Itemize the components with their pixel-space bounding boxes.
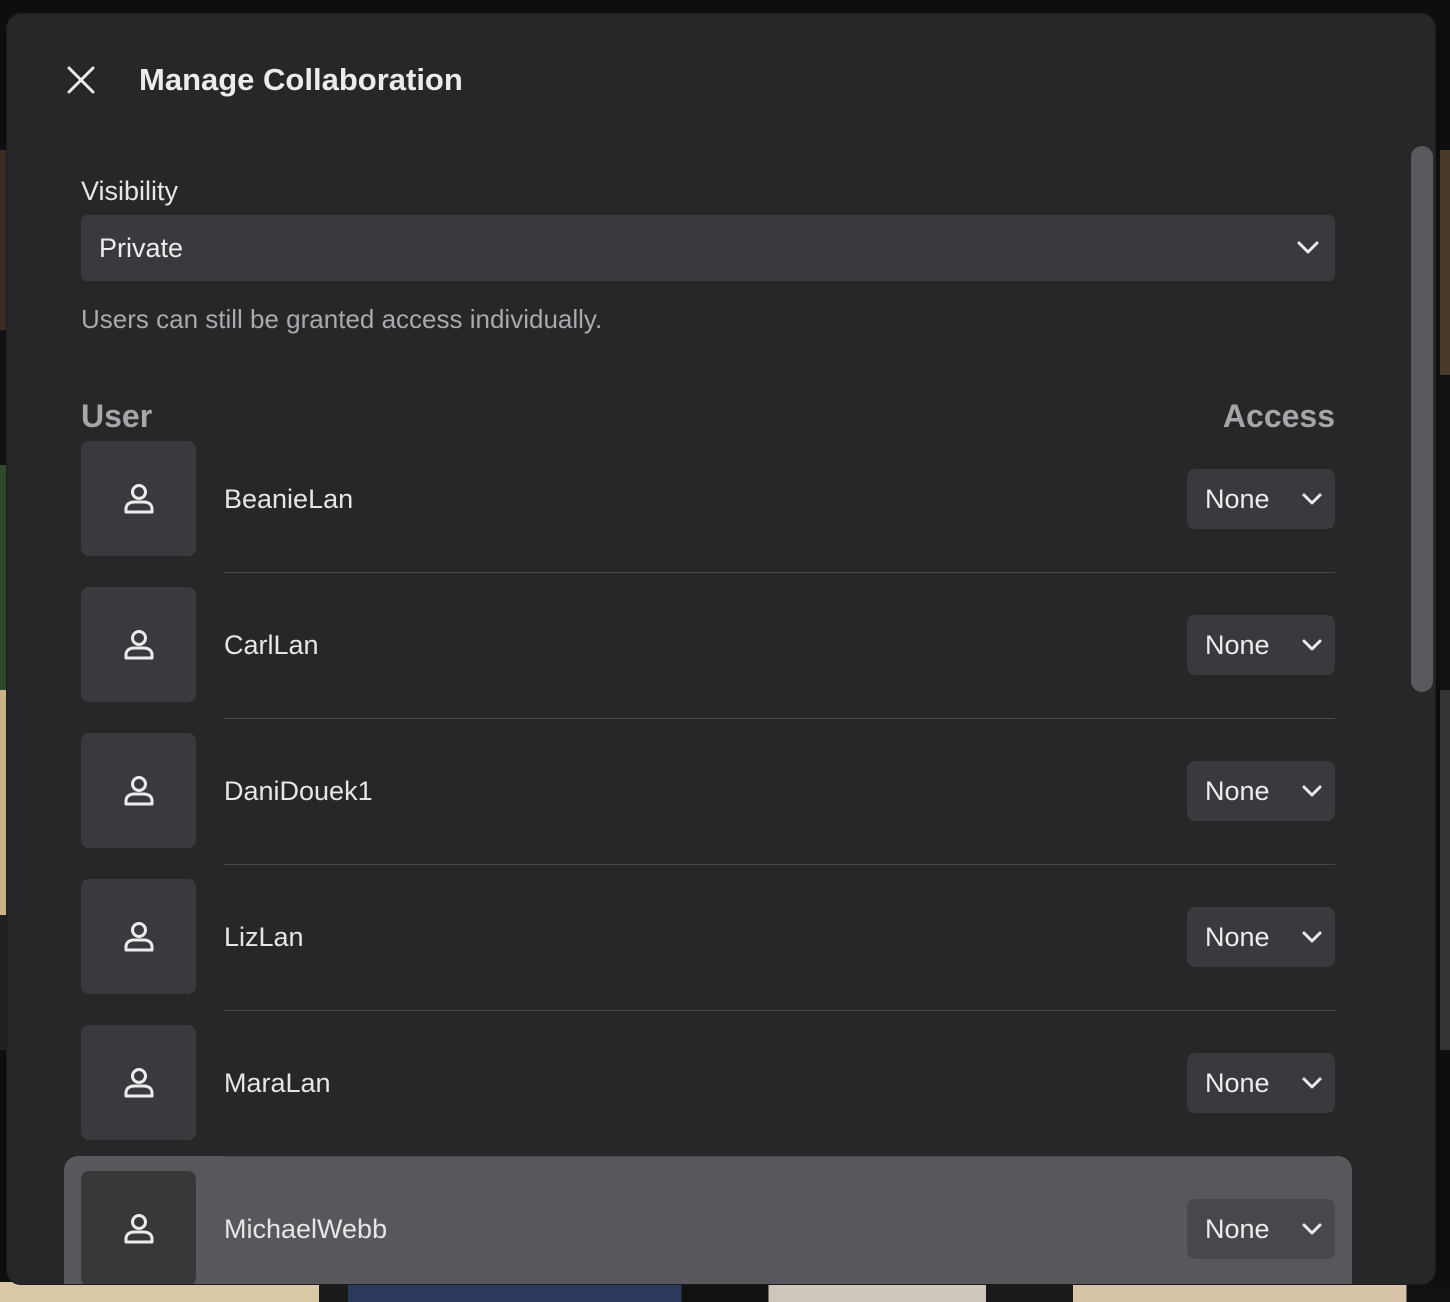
user-name: CarlLan [224,630,319,660]
user-name: MaraLan [224,1068,331,1098]
access-select[interactable]: None [1187,761,1335,821]
dialog-header: Manage Collaboration [7,14,1435,144]
background-gallery [0,1282,1450,1302]
access-select[interactable]: None [1187,1199,1335,1259]
user-row: DaniDouek1 None [81,733,1335,879]
avatar [81,1171,196,1284]
scrollbar-thumb[interactable] [1411,146,1433,692]
access-column-header: Access [1222,398,1335,434]
user-row: CarlLan None [81,587,1335,733]
user-name: MichaelWebb [224,1214,388,1244]
avatar [81,441,196,556]
access-select[interactable]: None [1187,1053,1335,1113]
chevron-down-icon [1302,639,1322,651]
access-value: None [1205,1213,1270,1244]
chevron-down-icon [1302,931,1322,943]
user-row: BeanieLan None [81,441,1335,587]
visibility-select[interactable]: Private [81,215,1335,281]
row-divider [224,718,1335,719]
chevron-down-icon [1302,1077,1322,1089]
user-row: LizLan None [81,879,1335,1025]
user-name: LizLan [224,922,304,952]
avatar [81,587,196,702]
manage-collaboration-dialog: Manage Collaboration Visibility Private … [7,14,1435,1284]
background-right-edge [1440,150,1450,1050]
close-icon [67,66,95,94]
avatar [81,733,196,848]
row-divider [224,1010,1335,1011]
user-row: MaraLan None [81,1025,1335,1171]
access-select[interactable]: None [1187,907,1335,967]
user-icon [124,1067,153,1097]
access-value: None [1205,921,1270,952]
row-divider [224,572,1335,573]
user-icon [124,1213,153,1243]
user-icon [124,629,153,659]
access-value: None [1205,483,1270,514]
user-list: BeanieLan None CarlLan None DaniDouek1 N… [64,441,1352,1284]
dialog-title: Manage Collaboration [139,62,463,97]
user-name: DaniDouek1 [224,776,373,806]
chevron-down-icon [1302,493,1322,505]
user-row-hovered[interactable]: MichaelWebb None [64,1156,1352,1284]
access-select[interactable]: None [1187,615,1335,675]
avatar [81,1025,196,1140]
chevron-down-icon [1302,785,1322,797]
access-value: None [1205,1067,1270,1098]
row-divider [224,1156,1335,1157]
access-value: None [1205,629,1270,660]
user-icon [124,483,153,513]
access-value: None [1205,775,1270,806]
user-name: BeanieLan [224,484,354,514]
avatar [81,879,196,994]
access-select[interactable]: None [1187,469,1335,529]
visibility-label: Visibility [81,176,179,206]
visibility-selected-value: Private [99,232,184,263]
user-icon [124,775,153,805]
row-divider [224,864,1335,865]
close-button[interactable] [59,58,103,102]
user-icon [124,921,153,951]
user-column-header: User [81,398,153,434]
chevron-down-icon [1302,1223,1322,1235]
chevron-down-icon [1297,241,1319,254]
visibility-hint: Users can still be granted access indivi… [81,304,603,334]
